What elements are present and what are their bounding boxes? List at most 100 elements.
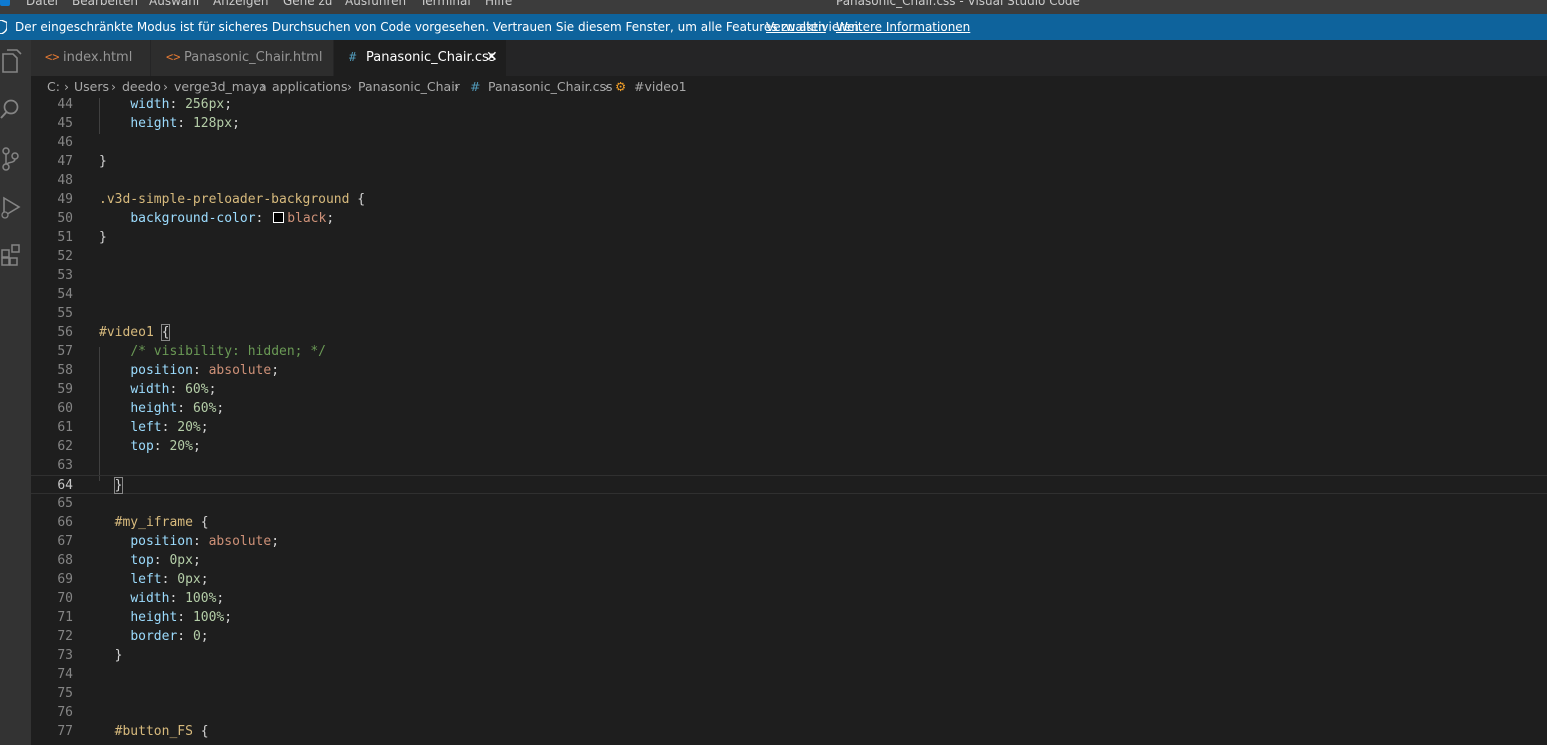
code-text: top: 20%; — [130, 439, 201, 454]
menu-hilfe[interactable]: Hilfe — [485, 0, 512, 8]
chevron-right-icon: › — [163, 79, 168, 94]
css-file-icon: # — [470, 79, 481, 94]
tab-index-html[interactable]: <> index.html — [31, 40, 151, 76]
code-line[interactable]: 63 — [31, 456, 1547, 475]
code-line[interactable]: 68 top: 0px; — [31, 551, 1547, 570]
code-line[interactable]: 49 .v3d-simple-preloader-background { — [31, 190, 1547, 209]
code-text: } — [99, 154, 107, 169]
breadcrumb-users[interactable]: Users — [74, 79, 109, 94]
menu-bearbeiten[interactable]: Bearbeiten — [72, 0, 138, 8]
code-text: position: absolute; — [130, 534, 280, 549]
code-line[interactable]: 54 — [31, 285, 1547, 304]
code-text: /* visibility: hidden; */ — [130, 344, 326, 359]
code-line[interactable]: 60 height: 60%; — [31, 399, 1547, 418]
menu-anzeigen[interactable]: Anzeigen — [213, 0, 268, 8]
menu-terminal[interactable]: Terminal — [420, 0, 471, 8]
code-line[interactable]: 59 width: 60%; — [31, 380, 1547, 399]
code-line[interactable]: 56 #video1 { — [31, 323, 1547, 342]
code-text: left: 0px; — [130, 572, 209, 587]
code-line[interactable]: 69 left: 0px; — [31, 570, 1547, 589]
code-line[interactable]: 74 — [31, 665, 1547, 684]
line-number: 60 — [57, 401, 73, 416]
breadcrumb-file[interactable]: Panasonic_Chair.css — [488, 79, 613, 94]
code-line[interactable]: 65 — [31, 494, 1547, 513]
line-number: 47 — [57, 154, 73, 169]
code-line[interactable]: 70 width: 100%; — [31, 589, 1547, 608]
menu-auswahl[interactable]: Auswahl — [149, 0, 199, 8]
code-text: top: 0px; — [130, 553, 201, 568]
search-icon[interactable] — [0, 95, 28, 125]
manage-trust-link[interactable]: Verwalten — [766, 20, 826, 34]
code-line[interactable]: 61 left: 20%; — [31, 418, 1547, 437]
code-line[interactable]: 46 — [31, 133, 1547, 152]
chevron-right-icon: › — [64, 79, 69, 94]
code-text: height: 100%; — [130, 610, 233, 625]
css-file-icon: # — [349, 50, 357, 64]
line-number: 77 — [57, 724, 73, 739]
line-number: 65 — [57, 496, 73, 511]
restricted-mode-banner: Der eingeschränkte Modus ist für sichere… — [0, 14, 1547, 40]
code-line[interactable]: 57 /* visibility: hidden; */ — [31, 342, 1547, 361]
explorer-icon[interactable] — [0, 48, 28, 78]
code-line[interactable]: 75 — [31, 684, 1547, 703]
code-text: #video1 { — [99, 324, 171, 341]
chevron-right-icon: › — [261, 79, 266, 94]
breadcrumb-drive[interactable]: C: — [47, 79, 60, 94]
code-text: left: 20%; — [130, 420, 209, 435]
line-number: 61 — [57, 420, 73, 435]
more-info-link[interactable]: Weitere Informationen — [836, 20, 970, 34]
line-number: 44 — [57, 98, 73, 112]
code-line[interactable]: 55 — [31, 304, 1547, 323]
line-number: 50 — [57, 211, 73, 226]
code-line[interactable]: 45 height: 128px; — [31, 114, 1547, 133]
code-line[interactable]: 58 position: absolute; — [31, 361, 1547, 380]
line-number: 72 — [57, 629, 73, 644]
code-line[interactable]: 50 background-color: black; — [31, 209, 1547, 228]
menu-ausfuehren[interactable]: Ausführen — [345, 0, 406, 8]
line-number: 62 — [57, 439, 73, 454]
close-icon[interactable]: ✕ — [486, 49, 498, 65]
source-control-icon[interactable] — [0, 145, 28, 175]
code-line[interactable]: 51} — [31, 228, 1547, 247]
code-line[interactable]: 64 } — [31, 475, 1547, 494]
code-line[interactable]: 62 top: 20%; — [31, 437, 1547, 456]
code-line[interactable]: 73 } — [31, 646, 1547, 665]
breadcrumb-deedo[interactable]: deedo — [122, 79, 161, 94]
code-text: #button_FS { — [114, 724, 209, 739]
code-line[interactable]: 76 — [31, 703, 1547, 722]
code-line[interactable]: 66 #my_iframe { — [31, 513, 1547, 532]
line-number: 67 — [57, 534, 73, 549]
tab-panasonic-chair-css[interactable]: # Panasonic_Chair.css ✕ — [334, 40, 507, 76]
line-number: 59 — [57, 382, 73, 397]
code-line[interactable]: 71 height: 100%; — [31, 608, 1547, 627]
code-line[interactable]: 67 position: absolute; — [31, 532, 1547, 551]
line-number: 76 — [57, 705, 73, 720]
menu-datei[interactable]: Datei — [26, 0, 58, 8]
code-text: width: 256px; — [130, 98, 233, 112]
breadcrumb-verge3d-maya[interactable]: verge3d_maya — [174, 79, 267, 94]
code-line[interactable]: 72 border: 0; — [31, 627, 1547, 646]
run-debug-icon[interactable] — [0, 193, 28, 223]
code-editor[interactable]: 44 width: 256px; 45 height: 128px; 46 47} 48… — [31, 98, 1547, 745]
code-text: position: absolute; — [130, 363, 280, 378]
line-number: 55 — [57, 306, 73, 321]
code-line[interactable]: 44 width: 256px; — [31, 98, 1547, 114]
code-text: width: 60%; — [130, 382, 217, 397]
line-number: 69 — [57, 572, 73, 587]
code-line[interactable]: 47} — [31, 152, 1547, 171]
code-line[interactable]: 53 — [31, 266, 1547, 285]
code-line[interactable]: 48 — [31, 171, 1547, 190]
line-number: 54 — [57, 287, 73, 302]
chevron-right-icon: › — [604, 79, 609, 94]
line-number: 66 — [57, 515, 73, 530]
extensions-icon[interactable] — [0, 240, 28, 270]
breadcrumb-panasonic-chair[interactable]: Panasonic_Chair — [358, 79, 460, 94]
line-number: 56 — [57, 325, 73, 340]
line-number: 45 — [57, 116, 73, 131]
menu-gehe-zu[interactable]: Gehe zu — [283, 0, 332, 8]
tab-panasonic-chair-html[interactable]: <> Panasonic_Chair.html — [151, 40, 334, 76]
breadcrumb-applications[interactable]: applications — [272, 79, 347, 94]
code-line[interactable]: 77 #button_FS { — [31, 722, 1547, 741]
breadcrumb-symbol[interactable]: #video1 — [634, 79, 687, 94]
code-line[interactable]: 52 — [31, 247, 1547, 266]
